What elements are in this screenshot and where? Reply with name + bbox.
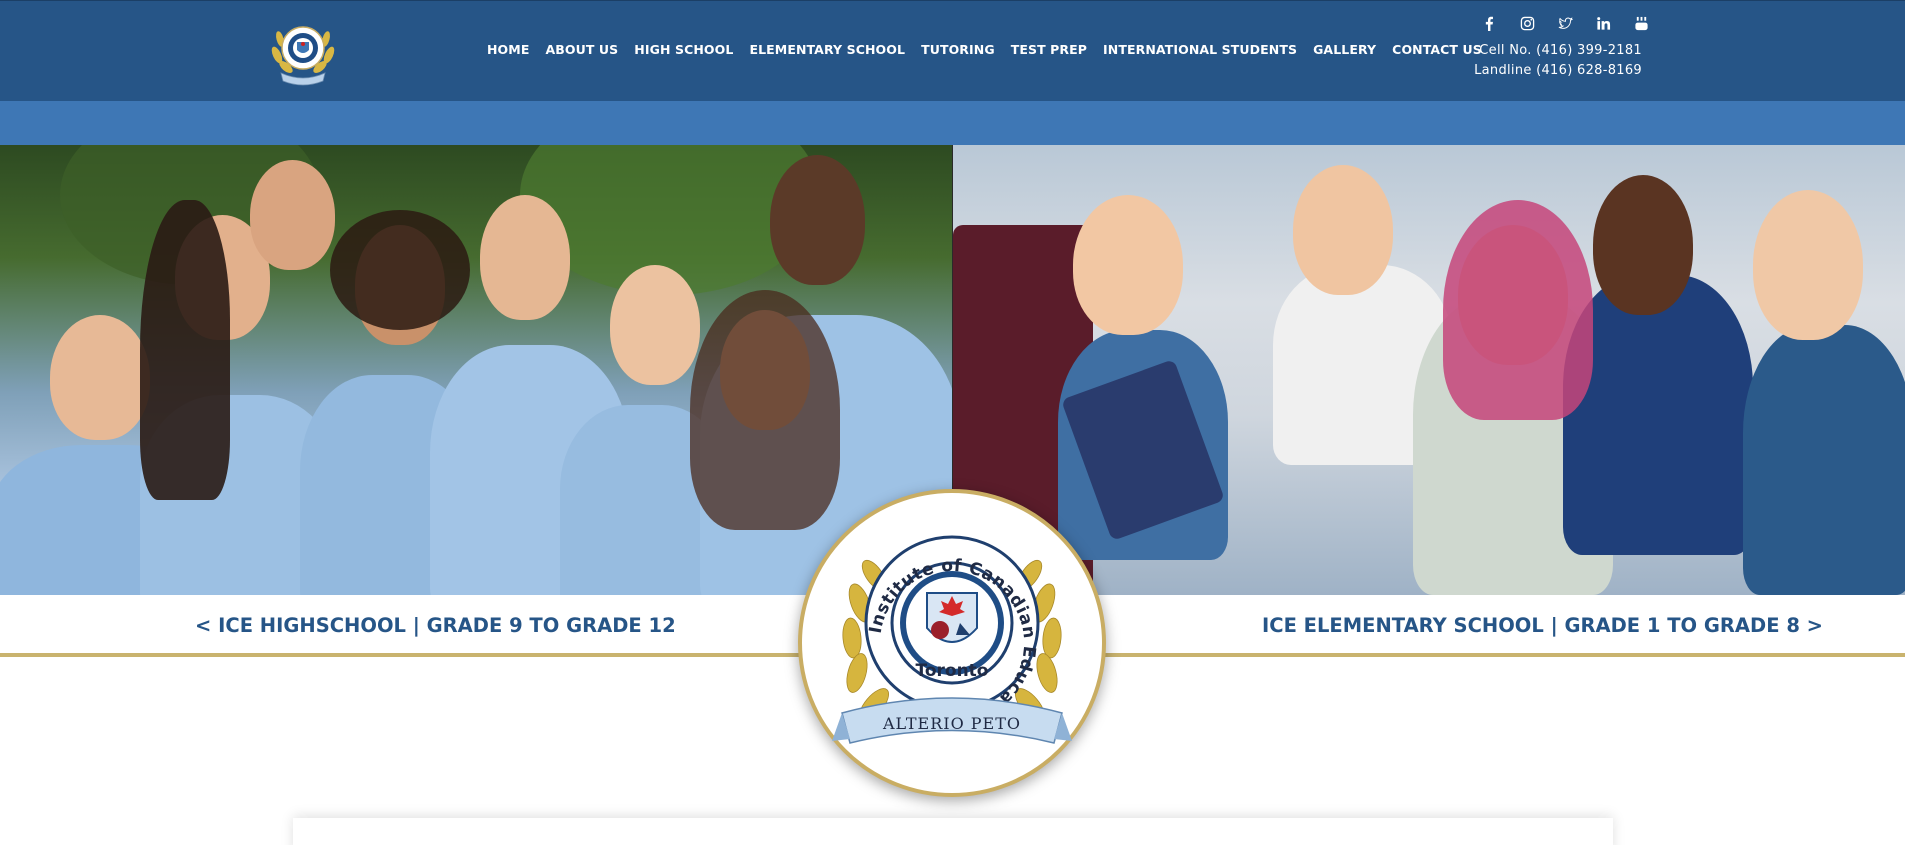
seal-city-text: Toronto [916,661,989,681]
landline-phone[interactable]: Landline (416) 628-8169 [1474,61,1642,81]
nav-home[interactable]: HOME [487,42,529,62]
site-logo[interactable] [268,15,338,87]
twitter-icon[interactable] [1546,15,1584,31]
linkedin-icon[interactable] [1584,15,1622,31]
nav-about-us[interactable]: ABOUT US [545,42,618,62]
institute-seal-logo: Institute of Canadian Education Toronto … [798,489,1106,797]
content-card [293,818,1613,845]
top-header: HOME ABOUT US HIGH SCHOOL ELEMENTARY SCH… [0,0,1905,101]
seal-graphic: Institute of Canadian Education Toronto … [832,535,1072,744]
nav-contact-us[interactable]: CONTACT US [1392,42,1482,62]
facebook-icon[interactable] [1470,15,1508,32]
sub-header-bar [0,101,1905,145]
nav-tutoring[interactable]: TUTORING [921,42,995,62]
nav-high-school[interactable]: HIGH SCHOOL [634,42,733,62]
seal-motto-text: ALTERIO PETO [882,714,1021,733]
main-navigation: HOME ABOUT US HIGH SCHOOL ELEMENTARY SCH… [487,42,1498,62]
instagram-icon[interactable] [1508,15,1546,31]
nav-test-prep[interactable]: TEST PREP [1011,42,1087,62]
nav-gallery[interactable]: GALLERY [1313,42,1376,62]
nav-international-students[interactable]: INTERNATIONAL STUDENTS [1103,42,1297,62]
youtube-icon[interactable] [1622,15,1660,31]
nav-elementary-school[interactable]: ELEMENTARY SCHOOL [749,42,905,62]
social-links [1470,15,1660,32]
highschool-link[interactable]: < ICE HIGHSCHOOL | GRADE 9 TO GRADE 12 [195,614,676,637]
elementary-school-link[interactable]: ICE ELEMENTARY SCHOOL | GRADE 1 TO GRADE… [1262,614,1823,637]
cell-phone[interactable]: Cell No. (416) 399-2181 [1474,41,1642,61]
contact-info: Cell No. (416) 399-2181 Landline (416) 6… [1474,41,1642,81]
